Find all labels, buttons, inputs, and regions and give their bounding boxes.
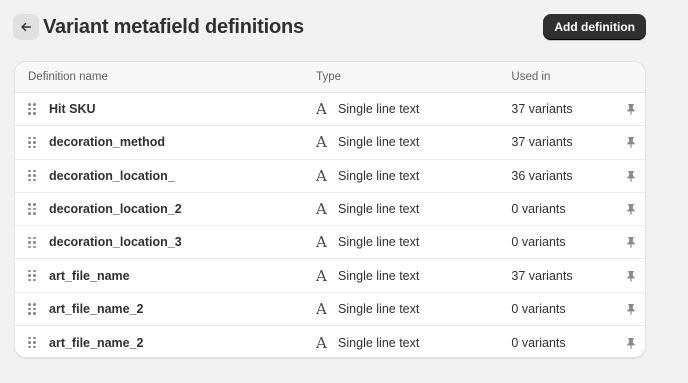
definition-name[interactable]: Hit SKU — [49, 102, 96, 116]
text-type-icon: A — [316, 233, 327, 252]
pin-icon — [627, 204, 635, 216]
definition-type: Single line text — [338, 335, 420, 350]
table-row[interactable]: art_file_name A Single line text 37 vari… — [15, 259, 645, 293]
table-row[interactable]: decoration_location_3 A Single line text… — [15, 226, 645, 260]
pin-icon — [627, 104, 635, 116]
definition-name[interactable]: decoration_location_3 — [49, 235, 182, 249]
column-header-name: Definition name — [28, 71, 108, 83]
text-type-icon: A — [316, 100, 327, 119]
definition-type: Single line text — [338, 235, 420, 250]
drag-handle-icon[interactable] — [28, 336, 38, 349]
definition-name[interactable]: art_file_name_2 — [49, 336, 144, 350]
used-in-count: 0 variants — [511, 301, 566, 316]
page: Variant metafield definitions Add defini… — [0, 0, 688, 383]
table-row[interactable]: art_file_name_2 A Single line text 0 var… — [15, 293, 645, 327]
text-type-icon: A — [316, 133, 327, 152]
definition-type: Single line text — [338, 202, 420, 217]
column-header-type: Type — [316, 71, 341, 83]
pin-button[interactable] — [617, 303, 645, 315]
pin-icon — [627, 303, 635, 315]
pin-button[interactable] — [617, 270, 645, 282]
table-row[interactable]: art_file_name_2 A Single line text 0 var… — [15, 326, 645, 357]
table-row[interactable]: Hit SKU A Single line text 37 variants — [15, 93, 645, 127]
used-in-count: 0 variants — [511, 235, 566, 250]
definition-name[interactable]: decoration_location_2 — [49, 202, 182, 216]
pin-icon — [627, 337, 635, 349]
text-type-icon: A — [316, 333, 327, 352]
pin-button[interactable] — [617, 103, 645, 116]
pin-icon — [627, 270, 635, 282]
used-in-count: 37 variants — [511, 102, 573, 117]
back-button[interactable] — [13, 14, 39, 40]
add-definition-button[interactable]: Add definition — [543, 14, 646, 40]
table-body: Hit SKU A Single line text 37 variants d… — [15, 93, 645, 357]
page-header: Variant metafield definitions Add defini… — [13, 13, 646, 41]
definition-name[interactable]: decoration_method — [49, 135, 165, 149]
used-in-count: 37 variants — [511, 268, 573, 283]
pin-icon — [627, 237, 635, 249]
drag-handle-icon[interactable] — [28, 303, 38, 315]
table-row[interactable]: decoration_method A Single line text 37 … — [15, 126, 645, 160]
column-header-used: Used in — [511, 71, 551, 83]
drag-handle-icon[interactable] — [28, 203, 38, 215]
text-type-icon: A — [316, 299, 327, 318]
definitions-table: Definition name Type Used in Hit SKU A S… — [14, 61, 646, 358]
definition-name[interactable]: art_file_name_2 — [49, 302, 144, 316]
table-header: Definition name Type Used in — [15, 62, 645, 93]
page-title: Variant metafield definitions — [43, 15, 304, 38]
text-type-icon: A — [316, 166, 327, 185]
drag-handle-icon[interactable] — [28, 269, 38, 282]
used-in-count: 36 variants — [511, 168, 573, 183]
definition-type: Single line text — [338, 168, 420, 183]
definition-name[interactable]: art_file_name — [49, 269, 130, 283]
pin-button[interactable] — [617, 136, 645, 149]
definition-type: Single line text — [338, 301, 420, 316]
table-row[interactable]: decoration_location_ A Single line text … — [15, 160, 645, 193]
text-type-icon: A — [316, 200, 327, 219]
used-in-count: 0 variants — [511, 335, 566, 350]
pin-icon — [627, 170, 635, 182]
arrow-left-icon — [21, 22, 32, 32]
definition-type: Single line text — [338, 135, 420, 150]
drag-handle-icon[interactable] — [28, 236, 38, 249]
drag-handle-icon[interactable] — [28, 103, 38, 115]
definition-type: Single line text — [338, 268, 420, 283]
table-row[interactable]: decoration_location_2 A Single line text… — [15, 193, 645, 227]
definition-type: Single line text — [338, 102, 420, 117]
drag-handle-icon[interactable] — [28, 169, 38, 182]
definition-name[interactable]: decoration_location_ — [49, 169, 175, 183]
used-in-count: 37 variants — [511, 135, 573, 150]
text-type-icon: A — [316, 266, 327, 285]
pin-button[interactable] — [617, 203, 645, 216]
used-in-count: 0 variants — [511, 202, 566, 217]
pin-button[interactable] — [617, 170, 645, 182]
pin-button[interactable] — [617, 337, 645, 349]
pin-icon — [627, 137, 635, 149]
pin-button[interactable] — [617, 236, 645, 249]
drag-handle-icon[interactable] — [28, 136, 38, 149]
